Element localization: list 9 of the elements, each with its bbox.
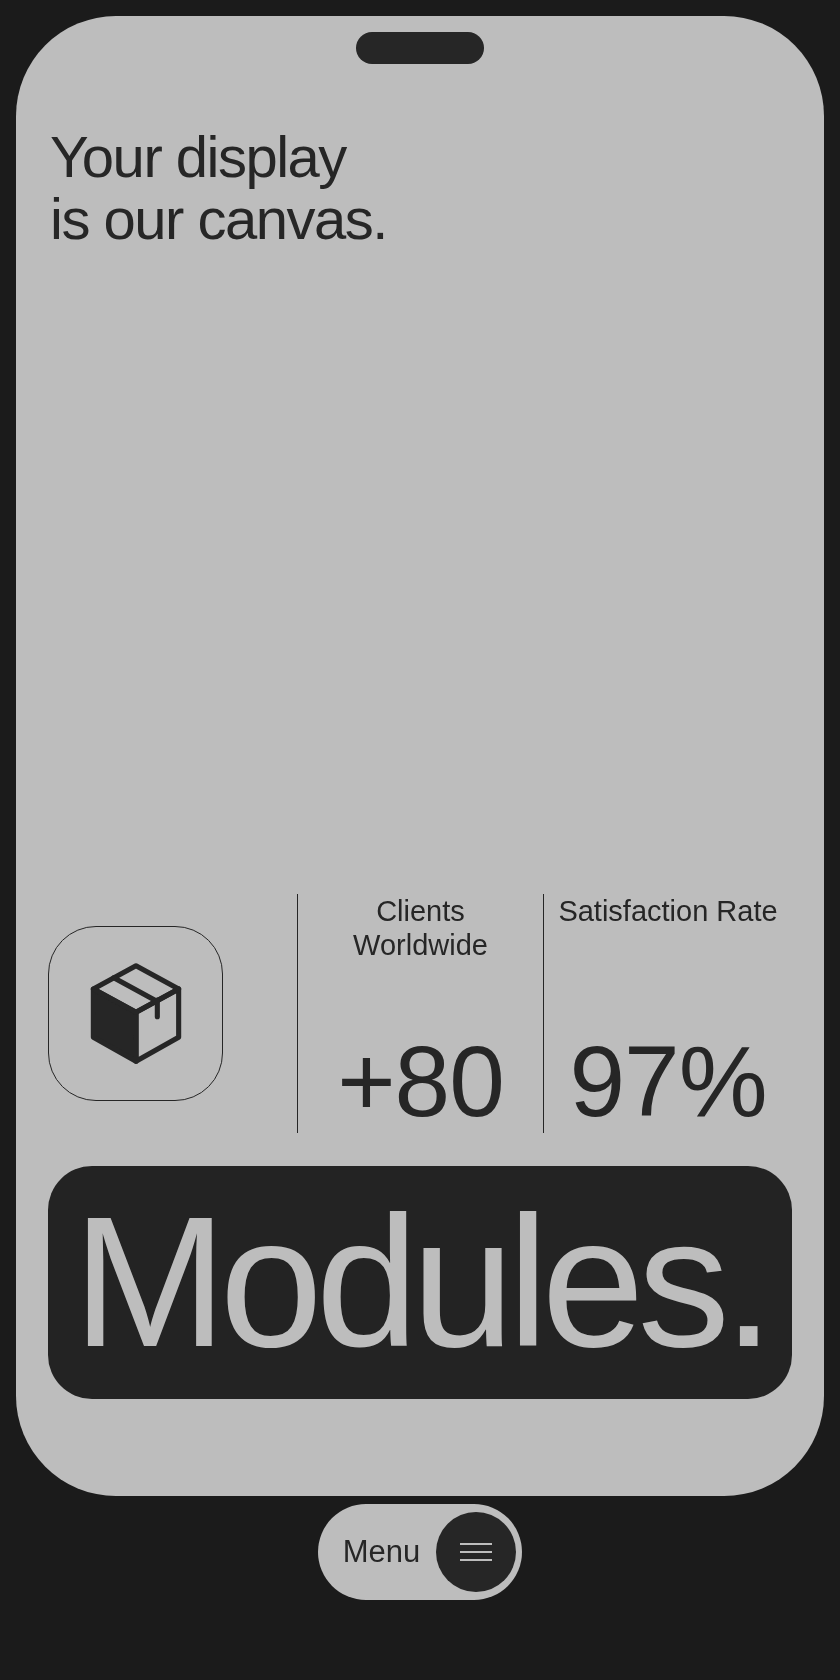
box-icon <box>88 962 183 1065</box>
stat-label: Clients Worldwide <box>353 894 488 962</box>
headline: Your display is our canvas. <box>50 126 387 250</box>
stat-value: 97% <box>569 1031 767 1131</box>
menu-button[interactable]: Menu <box>317 1504 523 1600</box>
banner-title: Modules. <box>72 1190 768 1375</box>
menu-icon <box>436 1512 517 1592</box>
stat-value: +80 <box>337 1031 504 1131</box>
stat-label: Satisfaction Rate <box>558 894 778 928</box>
